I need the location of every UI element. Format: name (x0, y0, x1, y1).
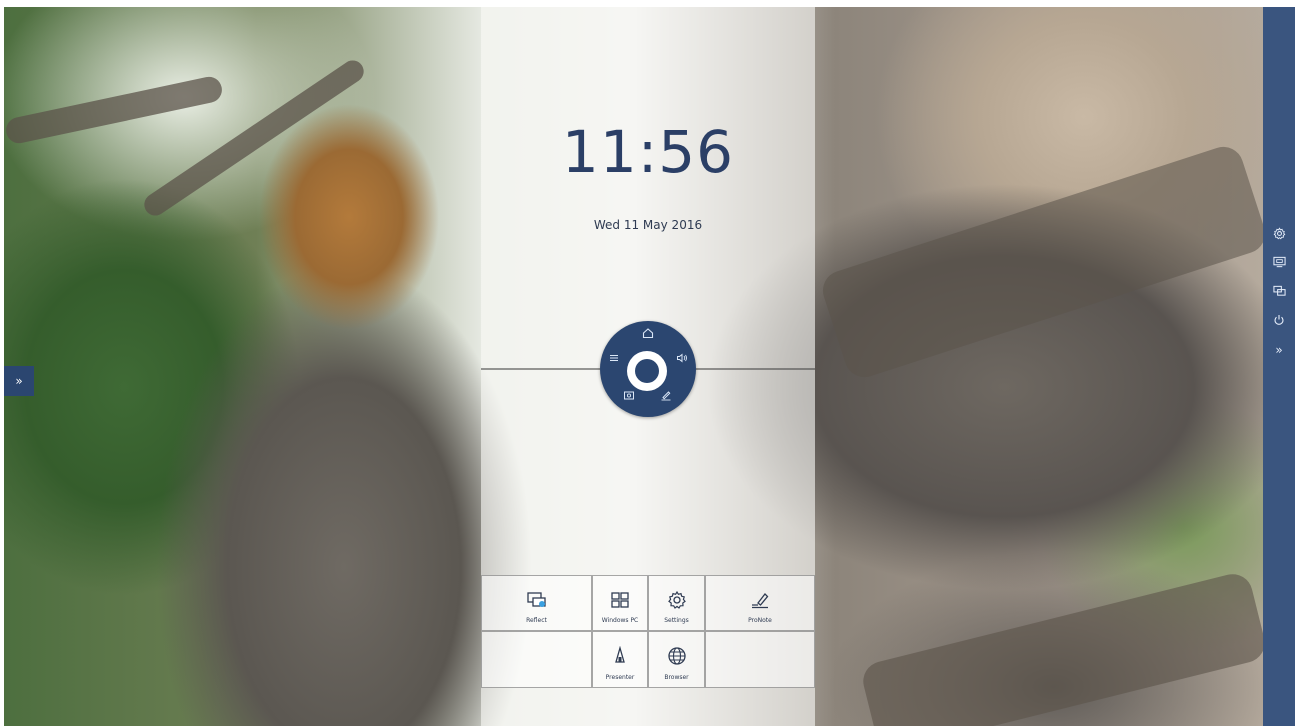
pronote-icon (752, 593, 769, 609)
wallpaper-branch (817, 141, 1263, 383)
clock-date: Wed 11 May 2016 (593, 218, 703, 232)
sidebar-expand-button[interactable]: » (1263, 341, 1295, 359)
globe-icon (667, 647, 686, 665)
app-tile-label: Windows PC (601, 617, 639, 624)
double-chevron-right-icon: » (15, 374, 23, 388)
windows-icon (611, 592, 629, 608)
menu-icon[interactable] (606, 352, 622, 368)
sidebar-source-button[interactable] (1263, 253, 1295, 271)
app-tile-settings[interactable]: Settings (648, 575, 705, 631)
double-chevron-right-icon: » (1275, 343, 1283, 357)
divider-line-right (696, 368, 815, 370)
left-expand-button[interactable]: » (4, 366, 34, 396)
presenter-icon (615, 646, 625, 663)
divider-line-left (481, 368, 600, 370)
app-tile-label: ProNote (748, 617, 772, 624)
power-icon (1274, 315, 1284, 325)
wallpaper-branch (140, 56, 368, 220)
radial-menu-center[interactable] (627, 351, 667, 391)
app-tile-reflect[interactable]: Reflect (481, 575, 592, 631)
reflect-icon (1272, 285, 1286, 296)
reflect-icon (526, 592, 546, 607)
source-icon (1272, 256, 1286, 268)
sidebar-reflect-button[interactable] (1263, 282, 1295, 300)
app-tile-windows-pc[interactable]: Windows PC (592, 575, 648, 631)
right-sidebar: » (1263, 7, 1295, 726)
radial-menu (600, 321, 696, 417)
wallpaper-branch (4, 74, 225, 146)
speaker-icon[interactable] (674, 352, 690, 368)
app-tile-empty (705, 631, 815, 688)
app-tile-empty (481, 631, 592, 688)
app-tile-label: Browser (664, 674, 689, 681)
app-tile-presenter[interactable]: Presenter (592, 631, 648, 688)
sidebar-settings-button[interactable] (1263, 224, 1295, 242)
app-tile-label: Reflect (526, 617, 547, 624)
app-tile-label: Settings (664, 617, 689, 624)
app-tile-label: Presenter (605, 674, 635, 681)
clock-time: 11:56 (561, 118, 735, 186)
app-tile-pronote[interactable]: ProNote (705, 575, 815, 631)
pen-icon[interactable] (658, 389, 674, 405)
radial-menu-center-dot (635, 359, 659, 383)
wallpaper-branch (859, 569, 1263, 726)
screenshot-icon[interactable] (621, 389, 637, 405)
gear-icon (667, 590, 686, 609)
app-tile-browser[interactable]: Browser (648, 631, 705, 688)
home-icon[interactable] (640, 327, 656, 343)
sidebar-power-button[interactable] (1263, 311, 1295, 329)
gear-icon (1273, 226, 1285, 239)
